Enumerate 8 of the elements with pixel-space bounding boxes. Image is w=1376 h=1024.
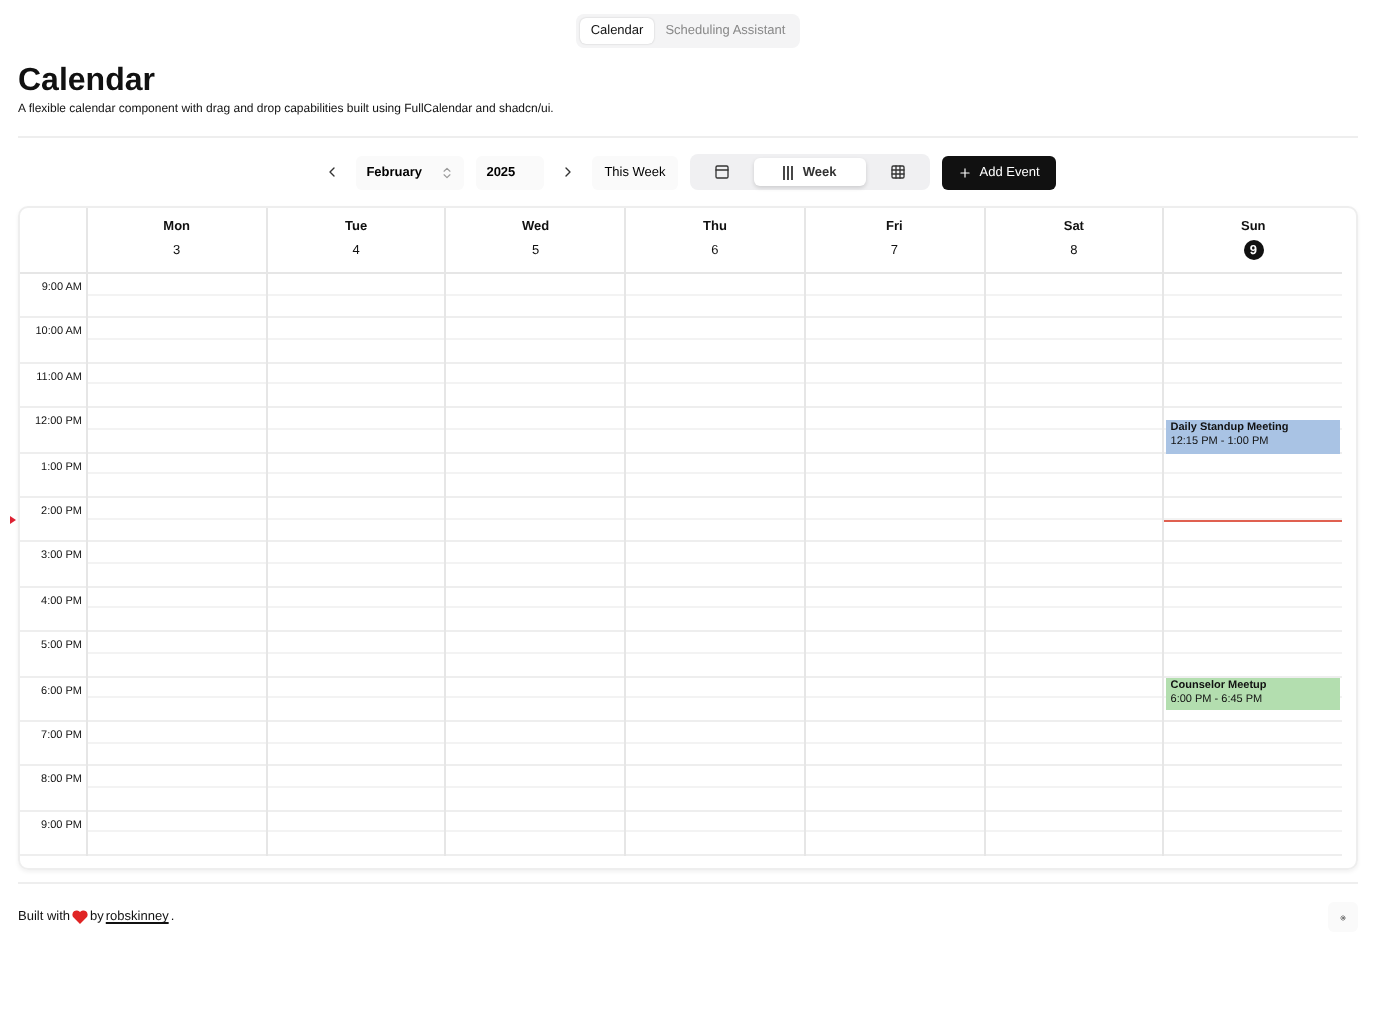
plus-icon — [957, 165, 972, 179]
heart-icon — [72, 910, 89, 925]
columns-icon — [782, 165, 795, 179]
grid-icon — [889, 164, 906, 180]
day-view-icon — [713, 164, 730, 180]
theme-toggle-button[interactable] — [1328, 902, 1358, 933]
page-title: Calendar — [18, 64, 157, 100]
up-down-icon — [440, 165, 455, 179]
